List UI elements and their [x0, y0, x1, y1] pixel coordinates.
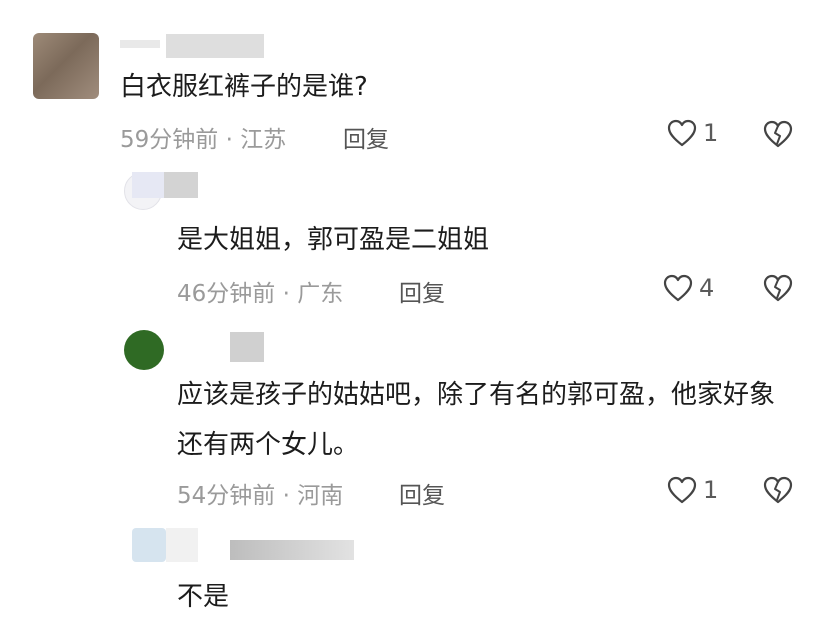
broken-heart-outline-icon	[763, 274, 793, 302]
dislike-button[interactable]	[763, 274, 793, 302]
comment-text: 白衣服红裤子的是谁?	[120, 72, 368, 102]
reply-button[interactable]: 回复	[343, 120, 389, 154]
heart-outline-icon	[663, 274, 693, 302]
like-count: 1	[703, 476, 719, 504]
username-redacted[interactable]	[164, 172, 198, 198]
comment-2: 是大姐姐，郭可盈是二姐姐 46分钟前 · 广东 回复 4	[0, 160, 828, 320]
reply-button[interactable]: 回复	[399, 476, 445, 510]
avatar[interactable]	[132, 528, 166, 562]
username-redacted[interactable]	[132, 172, 164, 198]
avatar[interactable]	[124, 330, 164, 370]
username-redacted[interactable]	[230, 332, 264, 362]
comment-3: 应该是孩子的姑姑吧，除了有名的郭可盈，他家好象还有两个女儿。 54分钟前 · 河…	[0, 320, 828, 520]
like-count: 1	[703, 119, 719, 147]
comment-4: 不是	[0, 520, 828, 615]
username-redacted[interactable]	[230, 540, 354, 560]
dislike-button[interactable]	[763, 476, 793, 504]
like-count: 4	[699, 274, 715, 302]
comment-text: 应该是孩子的姑姑吧，除了有名的郭可盈，他家好象还有两个女儿。	[177, 380, 776, 460]
like-button[interactable]: 1	[667, 476, 718, 504]
heart-outline-icon	[667, 476, 697, 504]
heart-outline-icon	[667, 119, 697, 147]
comment-meta: 46分钟前 · 广东	[177, 281, 344, 307]
username-redacted[interactable]	[120, 40, 160, 48]
like-button[interactable]: 4	[663, 274, 714, 302]
avatar[interactable]	[33, 33, 99, 99]
username-redacted[interactable]	[166, 34, 264, 58]
broken-heart-outline-icon	[763, 476, 793, 504]
reply-button[interactable]: 回复	[399, 274, 445, 308]
comment-meta: 59分钟前 · 江苏	[120, 127, 287, 153]
broken-heart-outline-icon	[763, 120, 793, 148]
comment-meta: 54分钟前 · 河南	[177, 483, 344, 509]
comment-text: 是大姐姐，郭可盈是二姐姐	[177, 225, 490, 255]
comment-1: 白衣服红裤子的是谁? 59分钟前 · 江苏 回复 1	[0, 0, 828, 160]
username-redacted[interactable]	[166, 528, 198, 562]
dislike-button[interactable]	[763, 120, 793, 148]
like-button[interactable]: 1	[667, 119, 718, 147]
